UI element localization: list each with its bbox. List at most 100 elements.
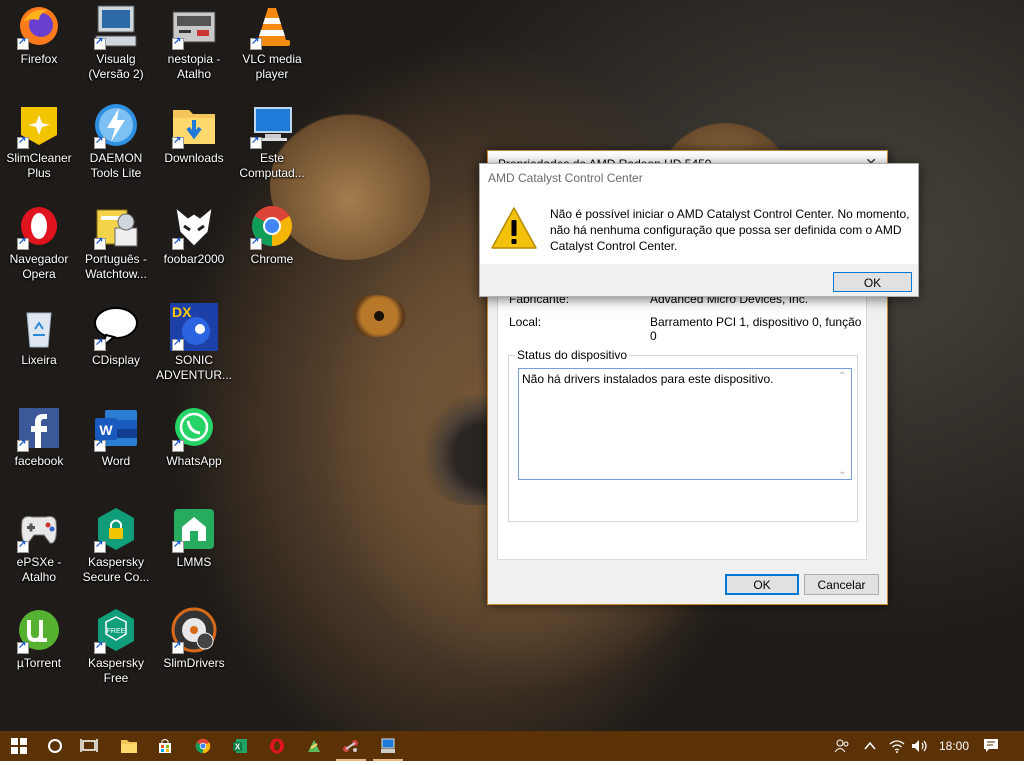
message-box-body: Não é possível iniciar o AMD Catalyst Co…	[480, 192, 918, 264]
svg-text:FREE: FREE	[107, 628, 126, 635]
desktop-icon-label: DAEMON Tools Lite	[89, 151, 143, 180]
location-label: Local:	[509, 315, 542, 329]
computer-properties-icon	[381, 738, 395, 753]
desktop-icon-facebook[interactable]: facebook	[1, 404, 77, 469]
gamepad-icon	[15, 505, 63, 553]
desktop-icon-label: VLC media player	[242, 52, 302, 81]
desktop-icon-this-pc[interactable]: Este Computad...	[234, 101, 310, 181]
cortana-button[interactable]	[36, 731, 74, 761]
recycle-bin-icon	[15, 303, 63, 351]
taskbar-excel[interactable]: X	[221, 731, 259, 761]
desktop-icon-label: SlimCleaner Plus	[6, 151, 72, 180]
desktop-icon-vlc[interactable]: VLC media player	[234, 2, 310, 82]
svg-text:W: W	[99, 422, 113, 438]
taskbar-opera[interactable]	[258, 731, 296, 761]
ok-button[interactable]: OK	[725, 574, 799, 595]
desktop-icon-downloads[interactable]: Downloads	[156, 101, 232, 166]
device-status-textbox[interactable]: Não há drivers instalados para este disp…	[518, 368, 852, 480]
chrome-icon	[195, 738, 211, 754]
clock[interactable]: 18:00	[939, 731, 969, 761]
foobar-icon	[170, 202, 218, 250]
desktop-icon-label: foobar2000	[163, 252, 225, 266]
amd-catalyst-message-box[interactable]: AMD Catalyst Control Center Não é possív…	[479, 163, 919, 297]
desktop-icon-lmms[interactable]: LMMS	[156, 505, 232, 570]
desktop-icon-label: Word	[101, 454, 131, 468]
volume-icon[interactable]	[911, 731, 929, 761]
chevron-up-icon[interactable]: ⌃	[838, 371, 846, 382]
slimdrivers-icon	[170, 606, 218, 654]
desktop-icon-nestopia[interactable]: nestopia - Atalho	[156, 2, 232, 82]
folder-icon	[121, 740, 137, 753]
desktop-icon-label: Visualg (Versão 2)	[88, 52, 144, 81]
desktop-icon-label: Lixeira	[21, 353, 57, 367]
taskbar-chrome[interactable]	[184, 731, 222, 761]
chrome-icon	[248, 202, 296, 250]
desktop-icon-kaspersky-secure[interactable]: Kaspersky Secure Co...	[78, 505, 154, 585]
desktop-wallpaper: Firefox SlimCleaner Plus Navegador Opera…	[0, 0, 1024, 731]
kaspersky-free-icon: FREE	[92, 606, 140, 654]
chevron-down-icon[interactable]: ⌄	[838, 466, 846, 477]
people-icon[interactable]	[834, 731, 850, 761]
utorrent-icon	[15, 606, 63, 654]
location-value: Barramento PCI 1, dispositivo 0, função …	[650, 315, 862, 343]
taskbar-file-explorer[interactable]	[110, 731, 148, 761]
desktop-icon-kaspersky-free[interactable]: FREE Kaspersky Free	[78, 606, 154, 686]
desktop-icon-label: SONIC ADVENTUR...	[156, 353, 233, 382]
speech-bubble-icon	[92, 303, 140, 351]
kaspersky-secure-connection-icon	[92, 505, 140, 553]
desktop-icon-label: Navegador Opera	[9, 252, 69, 281]
cortana-circle-icon	[48, 739, 62, 753]
desktop-icon-label: Chrome	[250, 252, 294, 266]
nes-console-icon	[170, 2, 218, 50]
scrollbar[interactable]: ⌃ ⌄	[835, 369, 851, 479]
taskbar-app[interactable]	[295, 731, 333, 761]
opera-icon	[15, 202, 63, 250]
green-app-icon	[308, 740, 320, 752]
sonic-game-icon: DX	[170, 303, 218, 351]
taskbar-properties-window[interactable]	[369, 731, 407, 761]
slimcleaner-icon	[15, 101, 63, 149]
desktop-icon-cdisplay[interactable]: CDisplay	[78, 303, 154, 368]
desktop-icon-watchtower[interactable]: Português - Watchtow...	[78, 202, 154, 282]
taskbar-store[interactable]	[146, 731, 184, 761]
chevron-up-icon[interactable]	[864, 731, 876, 761]
watchtower-library-icon	[92, 202, 140, 250]
desktop-icon-firefox[interactable]: Firefox	[1, 2, 77, 67]
wallpaper-lion-eye	[345, 295, 407, 337]
cancel-button[interactable]: Cancelar	[804, 574, 879, 595]
desktop-icon-opera[interactable]: Navegador Opera	[1, 202, 77, 282]
facebook-icon	[15, 404, 63, 452]
message-text: Não é possível iniciar o AMD Catalyst Co…	[550, 207, 910, 253]
desktop-icon-label: LMMS	[176, 555, 212, 569]
wifi-icon[interactable]	[889, 731, 905, 761]
start-button[interactable]	[0, 731, 38, 761]
desktop-icon-foobar2000[interactable]: foobar2000	[156, 202, 232, 267]
desktop-icon-whatsapp[interactable]: WhatsApp	[156, 404, 232, 469]
desktop-icon-daemon-tools[interactable]: DAEMON Tools Lite	[78, 101, 154, 181]
excel-icon: X	[233, 739, 247, 753]
desktop-icon-epsxe[interactable]: ePSXe - Atalho	[1, 505, 77, 585]
desktop-icon-slimcleaner[interactable]: SlimCleaner Plus	[1, 101, 77, 181]
desktop-icon-slimdrivers[interactable]: SlimDrivers	[156, 606, 232, 671]
action-center-icon[interactable]	[983, 731, 999, 761]
desktop-icon-label: Kaspersky Secure Co...	[82, 555, 150, 584]
general-tab-panel: Fabricante: Advanced Micro Devices, Inc.…	[497, 263, 867, 560]
desktop-icon-label: WhatsApp	[166, 454, 222, 468]
store-icon	[159, 739, 171, 753]
vlc-cone-icon	[248, 2, 296, 50]
device-status-text: Não há drivers instalados para este disp…	[522, 372, 774, 386]
task-view-button[interactable]	[70, 731, 108, 761]
desktop-icon-word[interactable]: W Word	[78, 404, 154, 469]
desktop-icon-visualg[interactable]: Visualg (Versão 2)	[78, 2, 154, 82]
device-status-group: Status do dispositivo Não há drivers ins…	[508, 348, 858, 522]
this-pc-icon	[248, 101, 296, 149]
warning-icon	[491, 207, 537, 249]
desktop-icon-sonic[interactable]: DX SONIC ADVENTUR...	[156, 303, 232, 383]
desktop-icon-recycle-bin[interactable]: Lixeira	[1, 303, 77, 368]
desktop-icon-label: Este Computad...	[239, 151, 305, 180]
ok-button[interactable]: OK	[833, 272, 912, 292]
desktop-icon-utorrent[interactable]: µTorrent	[1, 606, 77, 671]
taskbar-device-manager[interactable]	[332, 731, 370, 761]
desktop-icon-label: ePSXe - Atalho	[16, 555, 62, 584]
desktop-icon-chrome[interactable]: Chrome	[234, 202, 310, 267]
